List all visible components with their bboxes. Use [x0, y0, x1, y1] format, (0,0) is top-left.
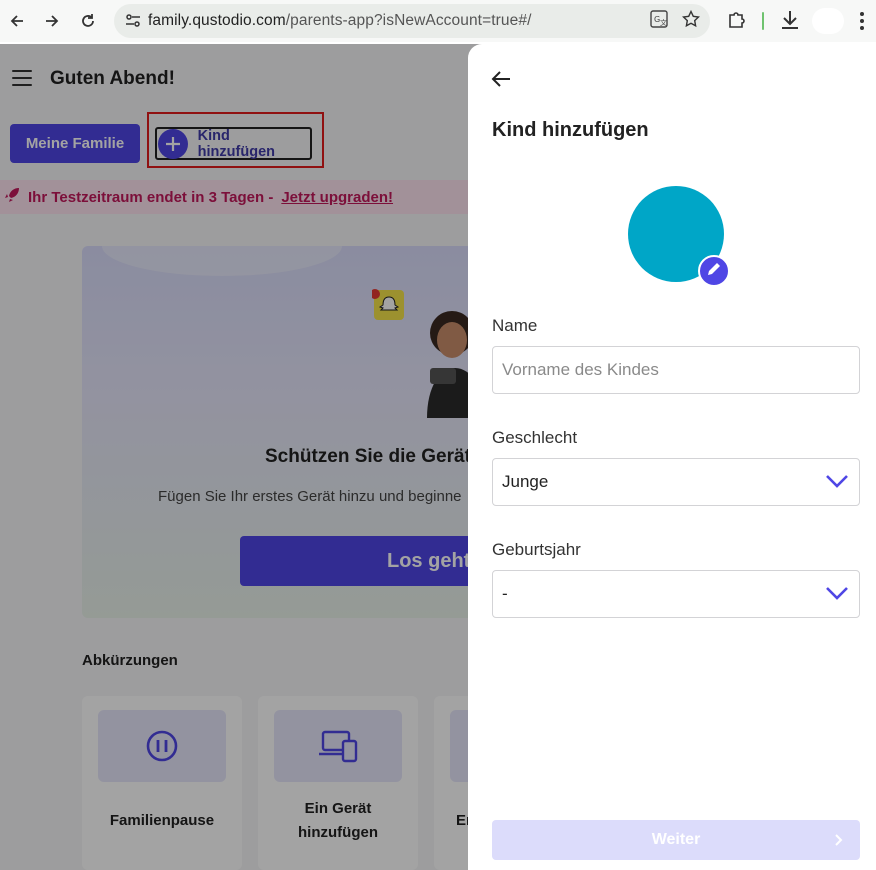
add-child-drawer: Kind hinzufügen Name Geschlecht Junge Ge…: [468, 44, 876, 870]
address-bar[interactable]: family.qustodio.com/parents-app?isNewAcc…: [114, 4, 710, 38]
next-button-label: Weiter: [651, 831, 701, 848]
forward-icon[interactable]: [38, 7, 66, 35]
gender-select[interactable]: Junge: [492, 458, 860, 506]
url-text: family.qustodio.com/parents-app?isNewAcc…: [148, 12, 531, 30]
chevron-right-icon: [834, 833, 844, 852]
download-icon[interactable]: [778, 7, 802, 38]
name-label: Name: [492, 316, 538, 335]
pencil-icon: [706, 261, 722, 282]
reload-icon[interactable]: [74, 7, 102, 35]
translate-icon[interactable]: G文: [650, 9, 668, 33]
browser-toolbar: family.qustodio.com/parents-app?isNewAcc…: [0, 0, 876, 42]
url-path: /parents-app?isNewAccount=true#/: [285, 12, 532, 29]
site-info-icon[interactable]: [118, 13, 148, 29]
back-icon[interactable]: [3, 7, 31, 35]
url-host: family.qustodio.com: [148, 12, 286, 29]
extensions-icon[interactable]: [724, 7, 750, 38]
star-icon[interactable]: [681, 9, 701, 33]
chevron-down-icon: [825, 473, 849, 494]
child-name-input[interactable]: [492, 346, 860, 394]
toolbar-divider: [762, 12, 764, 30]
kebab-menu-icon[interactable]: [852, 9, 872, 38]
chevron-down-icon: [825, 585, 849, 606]
gender-value: Junge: [502, 472, 549, 491]
svg-text:文: 文: [660, 18, 667, 27]
profile-avatar[interactable]: [812, 8, 844, 34]
edit-avatar-button[interactable]: [698, 255, 730, 287]
birthyear-value: -: [502, 584, 508, 603]
birthyear-select[interactable]: -: [492, 570, 860, 618]
next-button[interactable]: Weiter: [492, 820, 860, 860]
back-arrow-icon[interactable]: [490, 68, 512, 95]
birthyear-label: Geburtsjahr: [492, 540, 581, 559]
gender-label: Geschlecht: [492, 428, 578, 447]
drawer-title: Kind hinzufügen: [492, 119, 649, 141]
